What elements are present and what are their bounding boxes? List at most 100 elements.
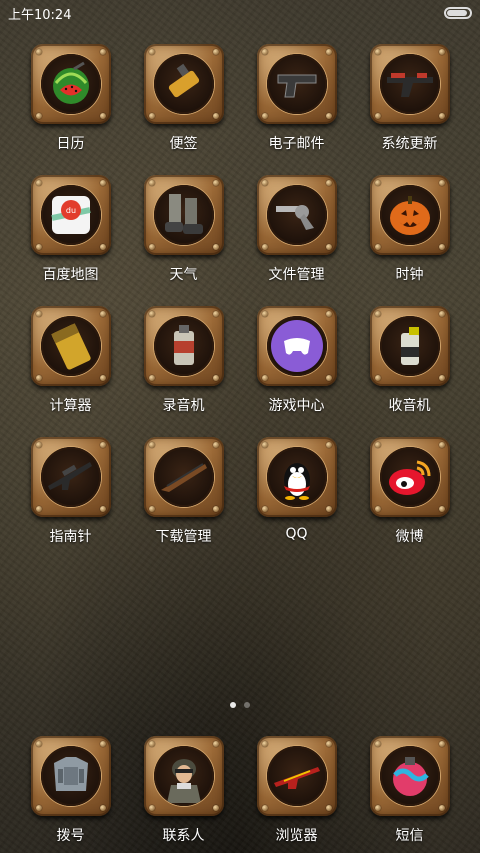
rivet-icon: [212, 805, 219, 811]
rivet-icon: [438, 375, 445, 381]
rivet-icon: [212, 442, 219, 448]
app-tile[interactable]: [256, 306, 337, 386]
app-tile[interactable]: [369, 44, 450, 124]
app-label: 浏览器: [275, 828, 318, 844]
app-qq-penguin[interactable]: QQ: [240, 437, 353, 568]
qq-penguin-icon: [266, 447, 327, 507]
rivet-icon: [212, 113, 219, 119]
app-tile[interactable]: [30, 736, 111, 816]
svg-text:du: du: [65, 206, 75, 215]
app-label: 录音机: [162, 398, 205, 414]
app-dragon-rifle[interactable]: 浏览器: [240, 736, 353, 845]
rivet-icon: [99, 180, 106, 186]
app-tile[interactable]: [143, 437, 224, 517]
page-dot-1[interactable]: [230, 702, 236, 708]
dragon-rifle-icon: [266, 746, 327, 806]
app-game-controller[interactable]: 游戏中心: [240, 306, 353, 437]
rivet-icon: [374, 244, 381, 250]
app-weibo[interactable]: 微博: [353, 437, 466, 568]
rivet-icon: [374, 741, 381, 747]
app-label: 电子邮件: [268, 136, 325, 152]
rivet-icon: [261, 375, 268, 381]
app-tile[interactable]: [369, 306, 450, 386]
shotgun-icon: [153, 447, 214, 507]
rivet-icon: [438, 442, 445, 448]
app-tile[interactable]: [143, 44, 224, 124]
page-indicator[interactable]: [0, 702, 480, 708]
app-flashbang[interactable]: 收音机: [353, 306, 466, 437]
rivet-icon: [35, 311, 42, 317]
app-tile[interactable]: [30, 44, 111, 124]
app-label: 拨号: [56, 828, 85, 844]
app-label: 日历: [56, 136, 85, 152]
sniper-rifle-icon: [40, 447, 101, 507]
app-tile[interactable]: [143, 175, 224, 255]
app-tile[interactable]: [369, 175, 450, 255]
rivet-icon: [261, 49, 268, 55]
app-pistol[interactable]: 电子邮件: [240, 44, 353, 175]
app-tile[interactable]: [369, 437, 450, 517]
app-tile[interactable]: [256, 175, 337, 255]
app-revolver[interactable]: 文件管理: [240, 175, 353, 306]
rivet-icon: [374, 180, 381, 186]
battery-icon: [444, 7, 472, 19]
status-time: 上午10:24: [8, 7, 72, 23]
rivet-icon: [438, 741, 445, 747]
app-baidu-map[interactable]: du 百度地图: [14, 175, 127, 306]
app-tile[interactable]: [30, 437, 111, 517]
app-tile[interactable]: du: [30, 175, 111, 255]
graffiti-grenade-icon: [379, 746, 440, 806]
app-grenade[interactable]: 便签: [127, 44, 240, 175]
app-armor[interactable]: 拨号: [14, 736, 127, 845]
pumpkin-icon: [379, 185, 440, 245]
rifle-icon: [379, 54, 440, 114]
app-tile[interactable]: [256, 736, 337, 816]
rivet-icon: [325, 244, 332, 250]
app-shotgun[interactable]: 下载管理: [127, 437, 240, 568]
rivet-icon: [35, 244, 42, 250]
app-watermelon[interactable]: 日历: [14, 44, 127, 175]
rivet-icon: [148, 311, 155, 317]
app-label: 系统更新: [381, 136, 438, 152]
app-sniper-rifle[interactable]: 指南针: [14, 437, 127, 568]
app-ammo[interactable]: 计算器: [14, 306, 127, 437]
rivet-icon: [374, 311, 381, 317]
app-tile[interactable]: [143, 306, 224, 386]
game-controller-icon: [266, 316, 327, 376]
rivet-icon: [325, 375, 332, 381]
rivet-icon: [35, 375, 42, 381]
rivet-icon: [325, 506, 332, 512]
weibo-icon: [379, 447, 440, 507]
app-tile[interactable]: [369, 736, 450, 816]
app-pumpkin[interactable]: 时钟: [353, 175, 466, 306]
rivet-icon: [261, 506, 268, 512]
rivet-icon: [325, 442, 332, 448]
app-smoke-grenade[interactable]: 录音机: [127, 306, 240, 437]
rivet-icon: [212, 506, 219, 512]
rivet-icon: [212, 741, 219, 747]
app-tile[interactable]: [256, 44, 337, 124]
rivet-icon: [438, 113, 445, 119]
rivet-icon: [35, 506, 42, 512]
page-dot-2[interactable]: [244, 702, 250, 708]
rivet-icon: [35, 741, 42, 747]
rivet-icon: [212, 244, 219, 250]
app-boots[interactable]: 天气: [127, 175, 240, 306]
dock: 拨号 联系人 浏览器 短信: [14, 736, 466, 845]
app-tile[interactable]: [30, 306, 111, 386]
rivet-icon: [148, 741, 155, 747]
rivet-icon: [261, 113, 268, 119]
app-soldier[interactable]: 联系人: [127, 736, 240, 845]
rivet-icon: [261, 180, 268, 186]
app-rifle[interactable]: 系统更新: [353, 44, 466, 175]
app-label: 游戏中心: [268, 398, 325, 414]
app-graffiti-grenade[interactable]: 短信: [353, 736, 466, 845]
rivet-icon: [438, 49, 445, 55]
rivet-icon: [438, 506, 445, 512]
rivet-icon: [325, 113, 332, 119]
app-tile[interactable]: [256, 437, 337, 517]
app-tile[interactable]: [143, 736, 224, 816]
rivet-icon: [99, 244, 106, 250]
rivet-icon: [99, 375, 106, 381]
rivet-icon: [99, 741, 106, 747]
